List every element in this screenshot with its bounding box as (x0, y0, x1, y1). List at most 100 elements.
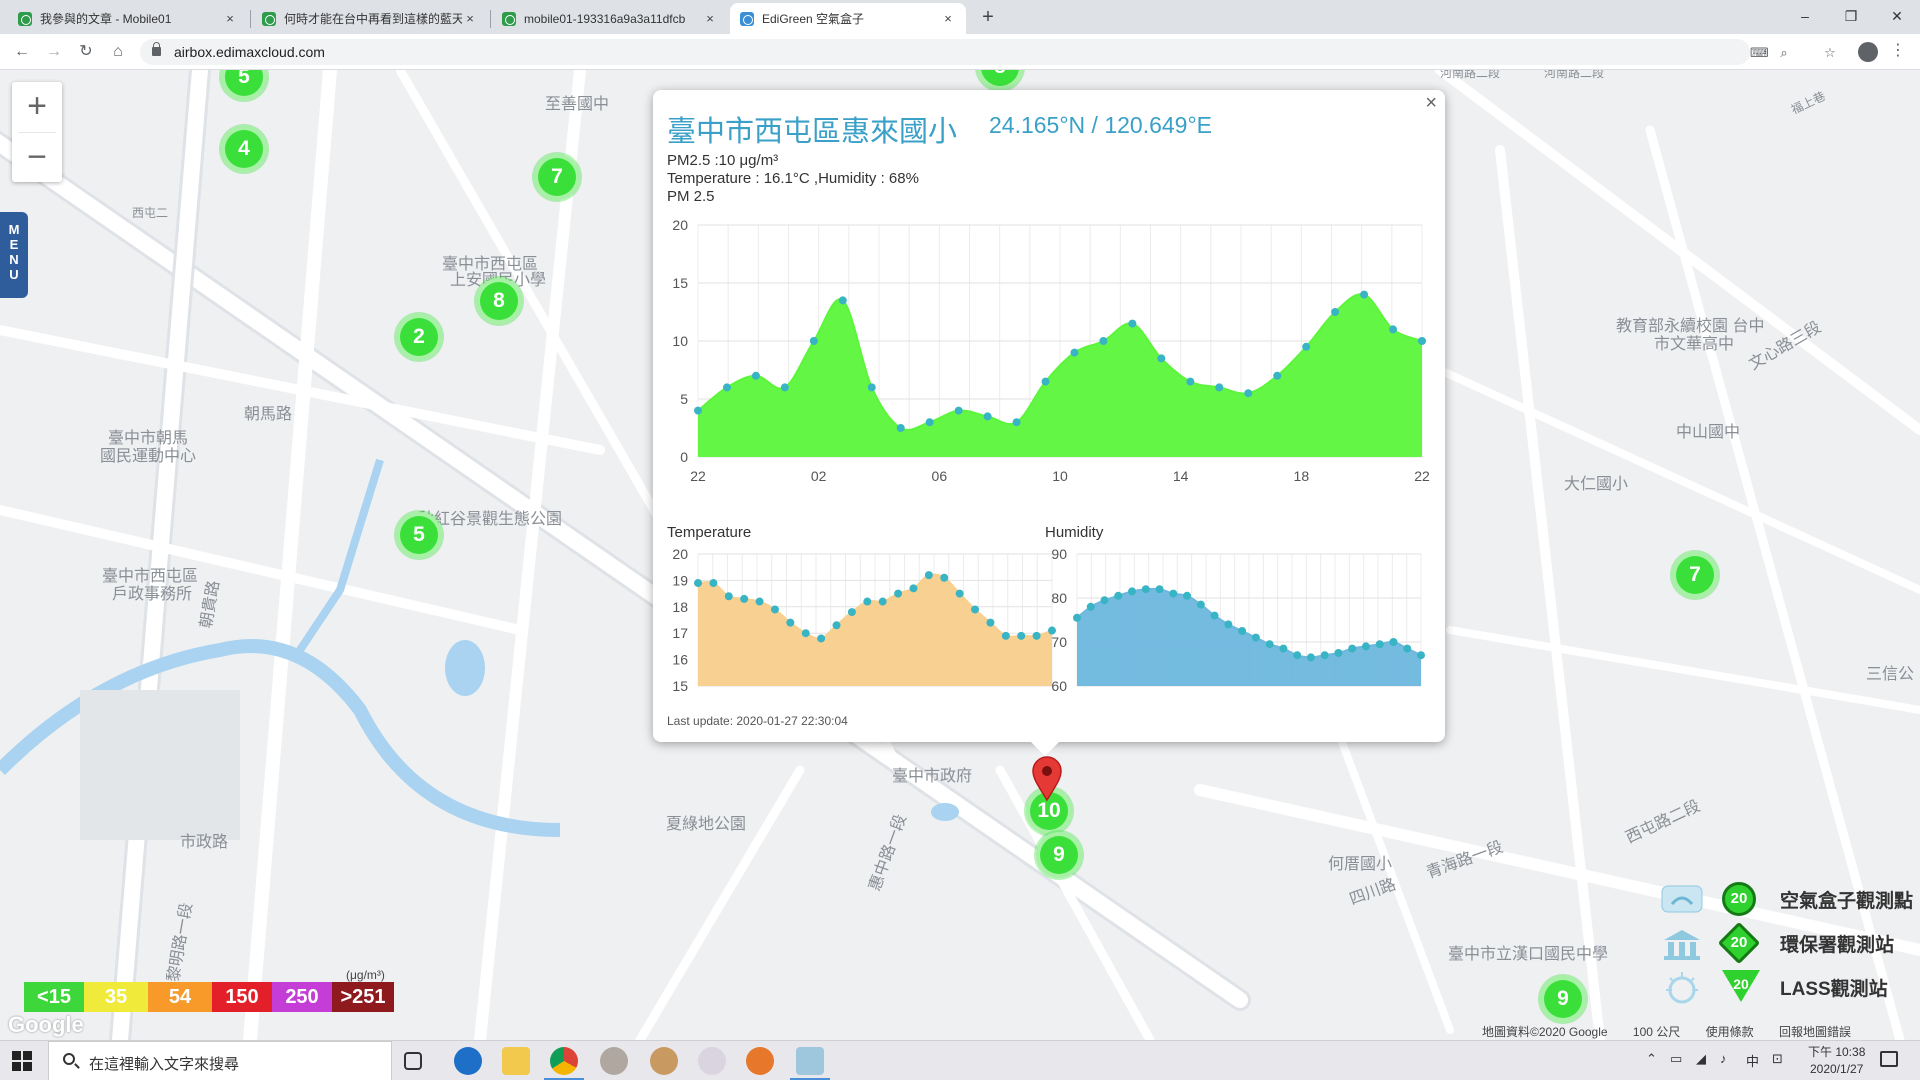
taskbar-search-box[interactable]: 在這裡輸入文字來搜尋 (48, 1041, 392, 1080)
app-icon[interactable] (790, 1047, 830, 1080)
volume-icon[interactable]: ♪ (1720, 1051, 1727, 1066)
app-icon[interactable] (698, 1047, 726, 1075)
browser-tab[interactable]: mobile01-193316a9a3a11dfcb × (492, 3, 728, 34)
task-view-icon[interactable] (404, 1052, 422, 1070)
humidity-data-point (1251, 633, 1260, 642)
bookmark-star-icon[interactable]: ☆ (1822, 45, 1838, 61)
map-footer: 地圖資料©2020 Google 100 公尺 使用條款 回報地圖錯誤 (1482, 1023, 1873, 1040)
map-attribution: 地圖資料©2020 Google (1482, 1025, 1608, 1039)
zoom-in-button[interactable]: + (12, 82, 62, 132)
tab-title: EdiGreen 空氣盒子 (762, 12, 865, 26)
browser-tab-active[interactable]: EdiGreen 空氣盒子 × (730, 3, 966, 34)
tab-title: 何時才能在台中再看到這樣的藍天 (284, 12, 462, 26)
tab-close-icon[interactable]: × (462, 11, 478, 26)
address-bar[interactable]: airbox.edimaxcloud.com ⌨ ⌕ ☆ (140, 39, 1836, 65)
battery-icon[interactable]: ▭ (1670, 1051, 1682, 1067)
zoom-icon[interactable]: ⌕ (1776, 45, 1792, 61)
report-map-error-link[interactable]: 回報地圖錯誤 (1779, 1025, 1851, 1039)
humidity-data-point (1183, 591, 1192, 600)
tab-separator (490, 10, 491, 28)
forward-arrow-icon[interactable]: → (42, 40, 66, 64)
humidity-data-point (1155, 585, 1164, 594)
input-language[interactable]: 中 (1746, 1051, 1759, 1070)
epa-legend-value: 20 (1730, 934, 1748, 951)
browser-tab[interactable]: 我參與的文章 - Mobile01 × (8, 3, 248, 34)
menu-letter: N (9, 252, 19, 267)
new-tab-button[interactable]: + (976, 6, 1000, 30)
blender-icon[interactable] (746, 1047, 774, 1075)
translate-icon[interactable]: ⌨ (1750, 45, 1769, 61)
map-place-label: 夏綠地公園 (666, 816, 747, 833)
ime-mode-icon[interactable]: ⊡ (1772, 1051, 1783, 1067)
humidity-data-point (1210, 611, 1219, 620)
aqi-legend-cell: 150 (212, 982, 272, 1012)
airbox-cluster-marker[interactable]: 2 (396, 314, 442, 360)
mobile01-favicon-icon (502, 11, 516, 26)
network-icon[interactable]: ◢ (1696, 1051, 1706, 1067)
selected-map-pin-icon[interactable] (1031, 756, 1063, 802)
map-canvas[interactable]: 至善國中 臺中市西屯區 上安國民小學 西屯二 臺中市朝馬 國民運動中心 朝馬路 … (0, 70, 1920, 1040)
airbox-cluster-marker[interactable]: 9 (1036, 832, 1082, 878)
close-window-button[interactable]: ✕ (1882, 4, 1912, 28)
edge-browser-icon[interactable] (454, 1047, 482, 1075)
airbox-cluster-marker[interactable]: 9 (1540, 976, 1586, 1022)
humidity-data-point (1169, 589, 1178, 598)
app-icon[interactable] (600, 1047, 628, 1075)
humidity-data-point (1389, 638, 1398, 646)
back-arrow-icon[interactable]: ← (10, 40, 34, 64)
humidity-y-tick-label: 80 (1051, 590, 1067, 606)
tab-title: 我參與的文章 - Mobile01 (40, 12, 172, 26)
profile-avatar-icon[interactable] (1858, 42, 1878, 62)
map-place-label: 臺中市立漢口國民中學 (1448, 946, 1609, 963)
reload-icon[interactable]: ↻ (74, 40, 98, 64)
humidity-data-point (1293, 651, 1302, 660)
map-scale: 100 公尺 (1632, 1025, 1681, 1039)
tab-close-icon[interactable]: × (702, 11, 718, 26)
terms-link[interactable]: 使用條款 (1706, 1025, 1754, 1039)
humidity-data-point (1361, 642, 1370, 651)
home-icon[interactable]: ⌂ (106, 40, 130, 64)
aqi-legend-cell: <15 (24, 982, 84, 1012)
map-place-label: 戶政事務所 (112, 586, 193, 603)
tray-chevron-icon[interactable]: ⌃ (1646, 1051, 1657, 1067)
airbox-cluster-marker[interactable]: 4 (221, 126, 267, 172)
airbox-cluster-marker[interactable]: 5 (396, 512, 442, 558)
airbox-cluster-marker[interactable]: 8 (476, 278, 522, 324)
side-menu-button[interactable]: M E N U (0, 212, 28, 298)
humidity-data-point (1196, 600, 1205, 609)
minimize-window-button[interactable]: – (1790, 4, 1820, 28)
humidity-data-point (1320, 651, 1329, 660)
epa-legend-label: 環保署觀測站 (1780, 935, 1895, 956)
lock-icon (152, 42, 161, 56)
windows-start-icon[interactable] (12, 1051, 32, 1071)
tab-close-icon[interactable]: × (940, 11, 956, 26)
url-text[interactable]: airbox.edimaxcloud.com (174, 44, 325, 60)
zoom-out-button[interactable]: − (12, 133, 62, 183)
humidity-area-chart: 60 70 80 90 (1051, 546, 1425, 694)
airbox-legend-badge: 20 (1722, 882, 1756, 916)
airbox-cluster-marker[interactable]: 7 (534, 154, 580, 200)
tab-separator (250, 10, 251, 28)
humidity-data-point (1348, 644, 1357, 653)
maximize-window-button[interactable]: ❐ (1836, 4, 1866, 28)
map-place-label: 臺中市政府 (892, 768, 973, 785)
app-icon[interactable] (650, 1047, 678, 1075)
aqi-legend-cell: >251 (332, 982, 394, 1012)
browser-menu-icon[interactable]: ⋮ (1890, 40, 1906, 60)
menu-letter: M (8, 222, 20, 237)
browser-tab[interactable]: 何時才能在台中再看到這樣的藍天 × (252, 3, 488, 34)
tab-close-icon[interactable]: × (222, 11, 238, 26)
map-place-label: 西屯二 (132, 206, 169, 220)
windows-taskbar: 在這裡輸入文字來搜尋 ⌃ ▭ ◢ ♪ 中 ⊡ 下午 10:38 2020/1/2… (0, 1040, 1920, 1080)
humidity-data-point (1141, 585, 1150, 594)
file-explorer-icon[interactable] (502, 1047, 530, 1075)
notification-center-icon[interactable] (1880, 1051, 1898, 1067)
taskbar-clock[interactable]: 下午 10:38 2020/1/27 (1808, 1044, 1865, 1078)
humidity-data-point (1128, 587, 1137, 596)
station-legend-lass: 20 LASS觀測站 (1660, 968, 1920, 1008)
lass-legend-value: 20 (1733, 976, 1749, 992)
map-place-label: 朝馬路 (244, 406, 293, 423)
chrome-browser-icon[interactable] (544, 1047, 584, 1080)
airbox-cluster-marker[interactable]: 7 (1672, 552, 1718, 598)
tab-title: mobile01-193316a9a3a11dfcb (524, 11, 686, 26)
